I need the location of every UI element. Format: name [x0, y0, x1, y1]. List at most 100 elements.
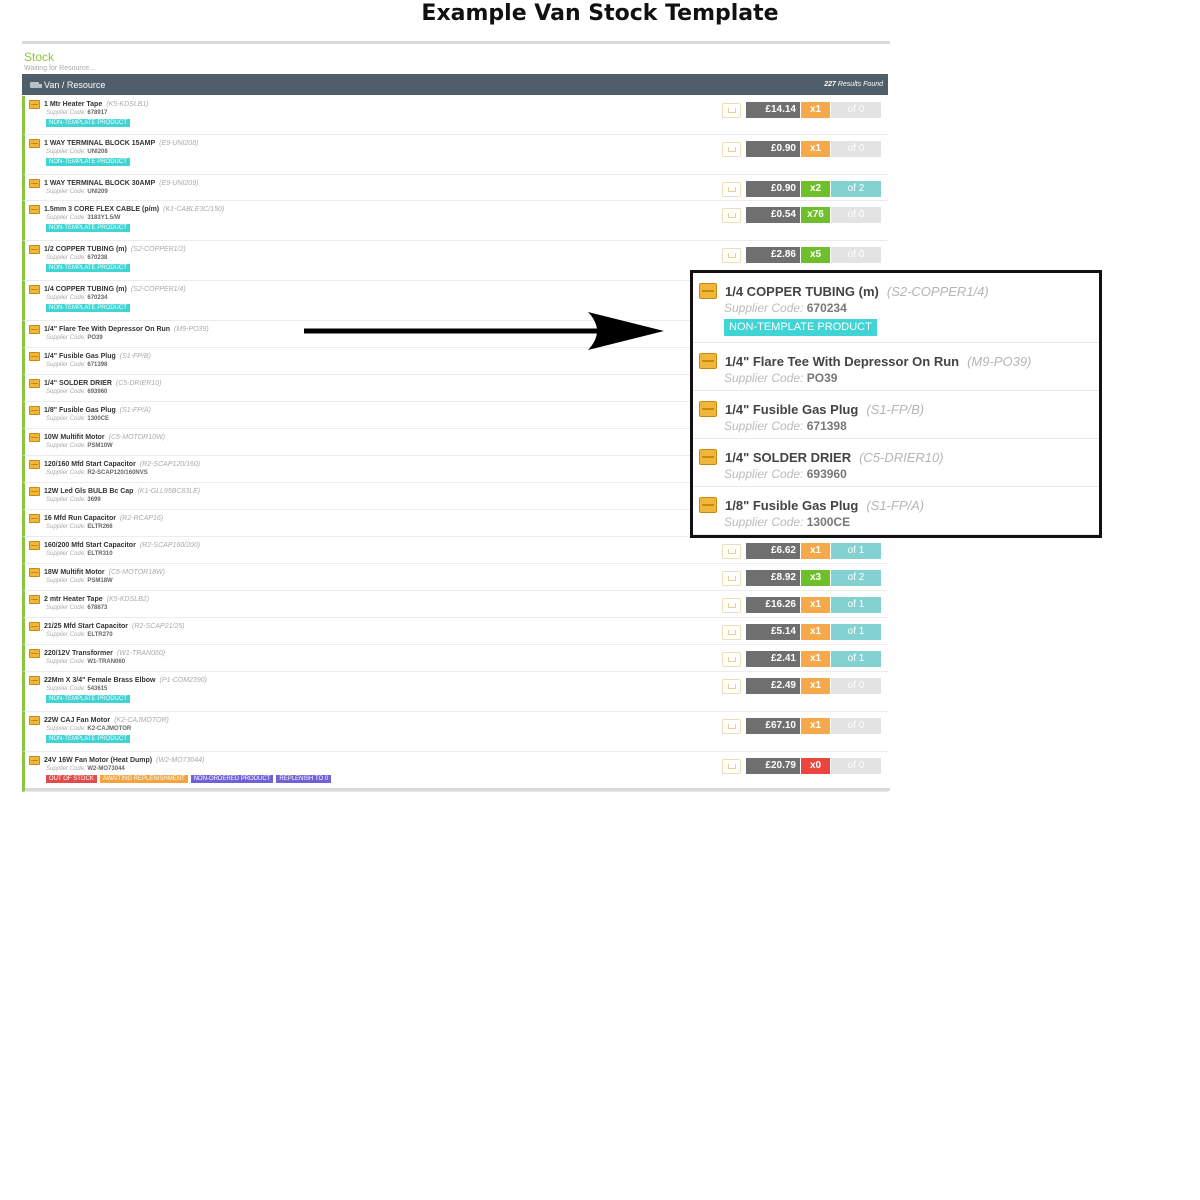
page-title: Stock: [24, 50, 55, 64]
price-badge: £20.79: [746, 758, 800, 774]
supplier-code-value: 3699: [87, 497, 101, 503]
item-name[interactable]: 2 mtr Heater Tape: [44, 595, 103, 604]
item-name[interactable]: 1 Mtr Heater Tape: [44, 100, 102, 109]
template-quantity-badge: of 0: [831, 141, 881, 157]
table-row[interactable]: 1.5mm 3 CORE FLEX CABLE (p/m) (K1-CABLE3C…: [22, 201, 888, 241]
item-name[interactable]: 10W Multifit Motor: [44, 433, 105, 442]
item-info: 1/2 COPPER TUBING (m) (S2-COPPER1/2) Suppl…: [29, 245, 186, 272]
item-name[interactable]: 220/12V Transformer: [44, 649, 113, 658]
table-row[interactable]: 22Mm X 3/4" Female Brass Elbow (P1-COM239…: [22, 672, 888, 712]
row-actions: £20.79 x0 of 0: [722, 758, 881, 774]
basket-button[interactable]: [722, 570, 741, 586]
box-icon: [29, 433, 40, 442]
zoom-item-name: 1/4" Fusible Gas Plug: [725, 401, 859, 417]
supplier-code-label: Supplier Code:: [46, 524, 86, 530]
table-row[interactable]: 18W Multifit Motor (C5-MOTOR18W) Supplier …: [22, 564, 888, 591]
basket-button[interactable]: [722, 678, 741, 694]
item-name[interactable]: 1/4" Flare Tee With Depressor On Run: [44, 325, 170, 334]
basket-button[interactable]: [722, 207, 741, 223]
table-row[interactable]: 1 Mtr Heater Tape (K5-KDSLB1) Supplier Cod…: [22, 96, 888, 135]
results-number: 227: [824, 81, 836, 88]
item-title-line: 2 mtr Heater Tape (K5-KDSLB2): [29, 595, 149, 604]
box-icon: [29, 716, 40, 725]
price-badge: £8.92: [746, 570, 800, 586]
basket-button[interactable]: [722, 718, 741, 734]
item-name[interactable]: 1/4 COPPER TUBING (m): [44, 285, 127, 294]
basket-icon: [727, 212, 736, 218]
basket-button[interactable]: [722, 543, 741, 559]
basket-button[interactable]: [722, 597, 741, 613]
item-name[interactable]: 1/2 COPPER TUBING (m): [44, 245, 127, 254]
item-info: 18W Multifit Motor (C5-MOTOR18W) Supplier …: [29, 568, 165, 586]
item-name[interactable]: 18W Multifit Motor: [44, 568, 105, 577]
box-icon: [29, 460, 40, 469]
basket-button[interactable]: [722, 247, 741, 263]
supplier-code-line: Supplier Code: ELTR270: [29, 631, 185, 640]
supplier-code-line: Supplier Code: K2-CAJMOTOR: [29, 725, 169, 734]
basket-icon: [727, 602, 736, 608]
template-quantity-badge: of 1: [831, 543, 881, 559]
basket-button[interactable]: [722, 758, 741, 774]
basket-icon: [727, 723, 736, 729]
table-row[interactable]: 160/200 Mfd Start Capacitor (R2-SCAP160/2…: [22, 537, 888, 564]
supplier-code-value: 670238: [87, 255, 108, 261]
basket-button[interactable]: [722, 624, 741, 640]
box-icon: [699, 353, 717, 369]
table-row[interactable]: 1 WAY TERMINAL BLOCK 15AMP (E9-UNI208) Sup…: [22, 135, 888, 175]
tag-list: NON-TEMPLATE PRODUCT: [29, 264, 186, 272]
basket-button[interactable]: [722, 102, 741, 118]
price-badge: £67.10: [746, 718, 800, 734]
box-icon: [29, 595, 40, 604]
item-title-line: 1/2 COPPER TUBING (m) (S2-COPPER1/2): [29, 245, 186, 254]
basket-button[interactable]: [722, 181, 741, 197]
box-icon: [699, 497, 717, 513]
item-info: 12W Led Gls BULB Bc Cap (K1-GLL95BC83LE) S…: [29, 487, 200, 505]
template-quantity-badge: of 0: [831, 207, 881, 223]
supplier-code-label: Supplier Code:: [46, 605, 86, 611]
quantity-badge: x76: [801, 207, 830, 223]
table-row[interactable]: 21/25 Mfd Start Capacitor (R2-SCAP21/25) S…: [22, 618, 888, 645]
table-header-label: Van / Resource: [44, 79, 106, 90]
item-code: (R2-SCAP21/25): [132, 623, 185, 630]
quantity-badge: x1: [801, 718, 830, 734]
item-code: (S1-FP/A): [119, 407, 151, 414]
supplier-code-line: Supplier Code: PSM10W: [29, 442, 165, 451]
item-name[interactable]: 24V 16W Fan Motor (Heat Dump): [44, 756, 152, 765]
item-name[interactable]: 120/160 Mfd Start Capacitor: [44, 460, 136, 469]
item-name[interactable]: 1.5mm 3 CORE FLEX CABLE (p/m): [44, 205, 159, 214]
status-tag: NON-TEMPLATE PRODUCT: [46, 119, 130, 127]
basket-button[interactable]: [722, 651, 741, 667]
box-icon: [29, 205, 40, 214]
supplier-code-label: Supplier Code:: [46, 470, 86, 476]
item-title-line: 1/4" Fusible Gas Plug (S1-FP/B): [29, 352, 151, 361]
table-row[interactable]: 220/12V Transformer (W1-TRAN060) Supplier …: [22, 645, 888, 672]
table-row[interactable]: 22W CAJ Fan Motor (K2-CAJMOTOR) Supplier C…: [22, 712, 888, 752]
item-info: 1 WAY TERMINAL BLOCK 15AMP (E9-UNI208) Sup…: [29, 139, 198, 166]
item-name[interactable]: 22Mm X 3/4" Female Brass Elbow: [44, 676, 155, 685]
item-name[interactable]: 21/25 Mfd Start Capacitor: [44, 622, 128, 631]
item-name[interactable]: 1/4" Fusible Gas Plug: [44, 352, 116, 361]
zoom-supplier-code-line: Supplier Code: 1300CE: [724, 515, 850, 529]
table-row[interactable]: 2 mtr Heater Tape (K5-KDSLB2) Supplier Cod…: [22, 591, 888, 618]
supplier-code-label: Supplier Code:: [46, 389, 86, 395]
item-title-line: 22W CAJ Fan Motor (K2-CAJMOTOR): [29, 716, 169, 725]
item-name[interactable]: 1 WAY TERMINAL BLOCK 15AMP: [44, 139, 155, 148]
supplier-code-line: Supplier Code: 670238: [29, 254, 186, 263]
basket-button[interactable]: [722, 141, 741, 157]
item-name[interactable]: 160/200 Mfd Start Capacitor: [44, 541, 136, 550]
supplier-code-value: K2-CAJMOTOR: [87, 726, 132, 732]
basket-icon: [727, 656, 736, 662]
item-name[interactable]: 1/4" SOLDER DRIER: [44, 379, 112, 388]
item-name[interactable]: 1/8" Fusible Gas Plug: [44, 406, 116, 415]
item-name[interactable]: 12W Led Gls BULB Bc Cap: [44, 487, 133, 496]
zoom-item-title-line: 1/4" Fusible Gas Plug (S1-FP/B): [699, 401, 924, 417]
basket-icon: [727, 107, 736, 113]
item-name[interactable]: 22W CAJ Fan Motor: [44, 716, 110, 725]
supplier-code-value: 670234: [806, 301, 847, 315]
item-name[interactable]: 16 Mfd Run Capacitor: [44, 514, 116, 523]
item-name[interactable]: 1 WAY TERMINAL BLOCK 30AMP: [44, 179, 155, 188]
table-row[interactable]: 1 WAY TERMINAL BLOCK 30AMP (E9-UNI209) Sup…: [22, 175, 888, 201]
table-row[interactable]: 24V 16W Fan Motor (Heat Dump) (W2-MO73044…: [22, 752, 888, 792]
supplier-code-line: Supplier Code: R2-SCAP120/160NVS: [29, 469, 200, 478]
row-actions: £6.62 x1 of 1: [722, 543, 881, 559]
